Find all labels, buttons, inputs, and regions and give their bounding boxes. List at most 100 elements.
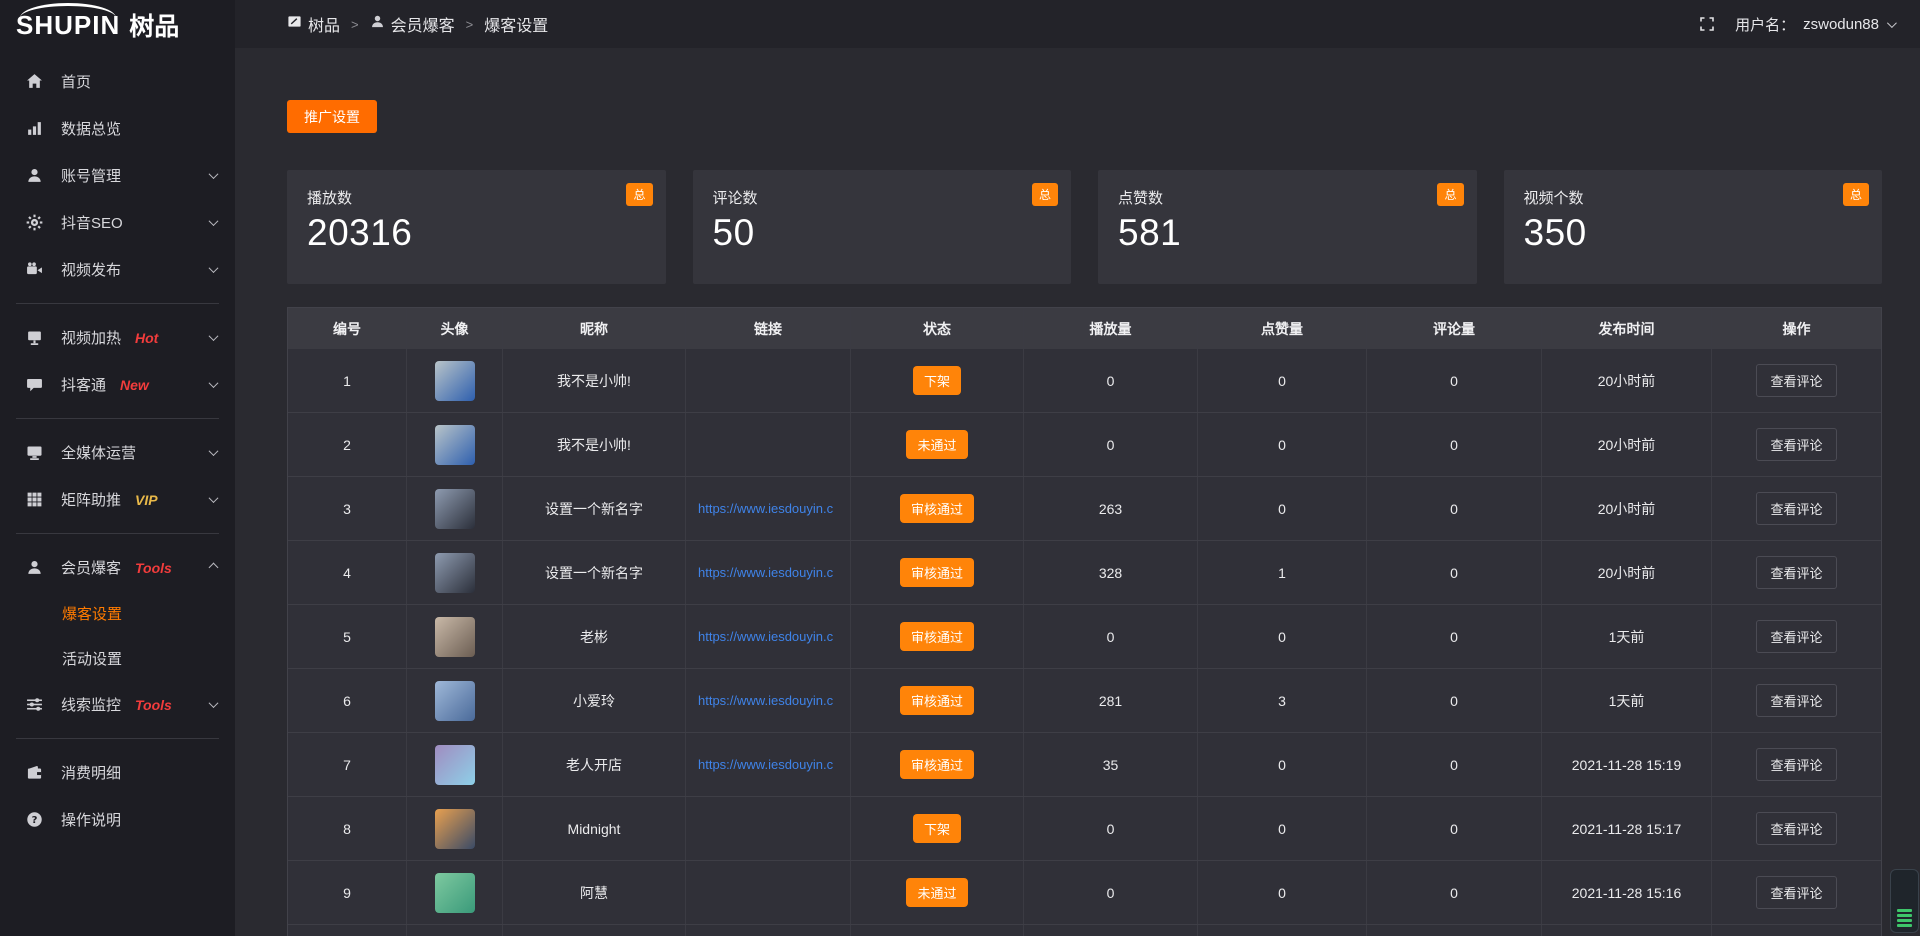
cell-action: 查看评论 (1711, 733, 1881, 796)
header-right: 用户名：zswodun88 (1699, 14, 1894, 35)
sidebar-item-会员爆客[interactable]: 会员爆客 Tools (0, 544, 235, 591)
profile-link[interactable]: https://www.iesdouyin.c (698, 693, 833, 708)
sidebar-item-操作说明[interactable]: ? 操作说明 (0, 796, 235, 843)
stat-label: 播放数 (307, 187, 646, 208)
cell-no: 7 (288, 733, 406, 796)
sidebar-item-label: 视频加热 (61, 327, 121, 348)
chevron-down-icon (209, 331, 219, 341)
sidebar-item-label: 数据总览 (61, 118, 121, 139)
breadcrumb-item-爆客设置[interactable]: 爆客设置 (484, 12, 548, 36)
column-header-播放量: 播放量 (1023, 308, 1197, 349)
view-comments-button[interactable]: 查看评论 (1756, 812, 1836, 845)
breadcrumb-label: 树品 (308, 12, 340, 36)
sidebar-item-账号管理[interactable]: 账号管理 (0, 152, 235, 199)
stat-value: 581 (1118, 212, 1457, 254)
sidebar-item-label: 首页 (61, 71, 91, 92)
cell-no: 1 (288, 349, 406, 412)
view-comments-button[interactable]: 查看评论 (1756, 364, 1836, 397)
sidebar-subitem-爆客设置[interactable]: 爆客设置 (0, 591, 235, 636)
cell-comments: 0 (1366, 477, 1541, 540)
cell-plays: 0 (1023, 413, 1197, 476)
view-comments-button[interactable]: 查看评论 (1756, 428, 1836, 461)
logo-text-cn: 树品 (129, 7, 179, 43)
breadcrumb: 树品 > 会员爆客 > 爆客设置 (287, 12, 548, 36)
chevron-up-icon (209, 563, 219, 573)
cell-plays: 0 (1023, 349, 1197, 412)
widget-stripe (1897, 914, 1912, 917)
chevron-down-icon (209, 216, 219, 226)
cell-action (1711, 925, 1881, 936)
sidebar-item-视频加热[interactable]: 视频加热 Hot (0, 314, 235, 361)
profile-link[interactable]: https://www.iesdouyin.c (698, 629, 833, 644)
stat-value: 20316 (307, 212, 646, 254)
cell-link (685, 349, 850, 412)
cell-comments: 0 (1366, 861, 1541, 924)
cell-avatar (406, 413, 502, 476)
breadcrumb-item-树品[interactable]: 树品 (287, 12, 340, 36)
app-logo[interactable]: SHUPIN 树品 (0, 0, 235, 50)
profile-link[interactable]: https://www.iesdouyin.c (698, 757, 833, 772)
column-header-操作: 操作 (1711, 308, 1881, 349)
cell-likes: 0 (1197, 477, 1366, 540)
sidebar-menu: 首页 数据总览 账号管理 抖音SEO 视频发布 视频加热 Hot 抖客通 New… (0, 50, 235, 843)
sidebar-item-label: 抖客通 (61, 374, 106, 395)
sidebar-item-视频发布[interactable]: 视频发布 (0, 246, 235, 293)
cell-nickname: 老彬 (502, 605, 685, 668)
stat-label: 视频个数 (1524, 187, 1863, 208)
profile-link[interactable]: https://www.iesdouyin.c (698, 501, 833, 516)
cell-action: 查看评论 (1711, 861, 1881, 924)
view-comments-button[interactable]: 查看评论 (1756, 620, 1836, 653)
cell-likes: 3 (1197, 669, 1366, 732)
column-header-编号: 编号 (288, 308, 406, 349)
cell-status: 下架 (850, 349, 1023, 412)
cell-nickname: 阿慧 (502, 861, 685, 924)
view-comments-button[interactable]: 查看评论 (1756, 876, 1836, 909)
profile-link[interactable]: https://www.iesdouyin.c (698, 565, 833, 580)
sidebar-item-label: 操作说明 (61, 809, 121, 830)
avatar (435, 617, 475, 657)
view-comments-button[interactable]: 查看评论 (1756, 684, 1836, 717)
chevron-down-icon (209, 169, 219, 179)
cell-likes: 0 (1197, 605, 1366, 668)
sidebar-subitem-活动设置[interactable]: 活动设置 (0, 636, 235, 681)
table-row (288, 924, 1881, 936)
screen-icon (26, 329, 45, 346)
view-comments-button[interactable]: 查看评论 (1756, 748, 1836, 781)
status-badge: 下架 (913, 366, 961, 395)
promotion-settings-button[interactable]: 推广设置 (287, 100, 377, 133)
cell-comments (1366, 925, 1541, 936)
view-comments-button[interactable]: 查看评论 (1756, 492, 1836, 525)
sidebar-item-线索监控[interactable]: 线索监控 Tools (0, 681, 235, 728)
floating-widget[interactable] (1890, 869, 1919, 933)
view-comments-button[interactable]: 查看评论 (1756, 556, 1836, 589)
data-table: 编号头像昵称链接状态播放量点赞量评论量发布时间操作 1 我不是小帅! 下架 0 … (287, 307, 1882, 936)
svg-text:?: ? (32, 815, 38, 826)
sidebar-item-抖音SEO[interactable]: 抖音SEO (0, 199, 235, 246)
cell-link (685, 925, 850, 936)
sidebar-item-tag: Tools (135, 697, 172, 713)
cell-nickname: 小爱玲 (502, 669, 685, 732)
sidebar-item-首页[interactable]: 首页 (0, 58, 235, 105)
sidebar-item-label: 矩阵助推 (61, 489, 121, 510)
status-badge: 审核通过 (900, 686, 974, 715)
fullscreen-icon[interactable] (1699, 16, 1715, 32)
sidebar-item-矩阵助推[interactable]: 矩阵助推 VIP (0, 476, 235, 523)
chevron-down-icon (209, 493, 219, 503)
sidebar-item-全媒体运营[interactable]: 全媒体运营 (0, 429, 235, 476)
status-badge: 审核通过 (900, 622, 974, 651)
username-value: zswodun88 (1803, 16, 1879, 33)
avatar (435, 553, 475, 593)
sidebar-subitem-label: 爆客设置 (62, 603, 122, 624)
user-menu[interactable]: 用户名：zswodun88 (1735, 14, 1894, 35)
sidebar-divider (16, 418, 219, 419)
sidebar-item-抖客通[interactable]: 抖客通 New (0, 361, 235, 408)
sidebar-item-数据总览[interactable]: 数据总览 (0, 105, 235, 152)
sidebar-item-消费明细[interactable]: 消费明细 (0, 749, 235, 796)
cell-time: 20小时前 (1541, 349, 1711, 412)
table-row: 8 Midnight 下架 0 0 0 2021-11-28 15:17 查看评… (288, 796, 1881, 860)
cell-time: 1天前 (1541, 605, 1711, 668)
stat-card-评论数: 评论数 50 总 (693, 170, 1072, 284)
breadcrumb-item-会员爆客[interactable]: 会员爆客 (370, 12, 455, 36)
sidebar-item-label: 账号管理 (61, 165, 121, 186)
avatar (435, 873, 475, 913)
